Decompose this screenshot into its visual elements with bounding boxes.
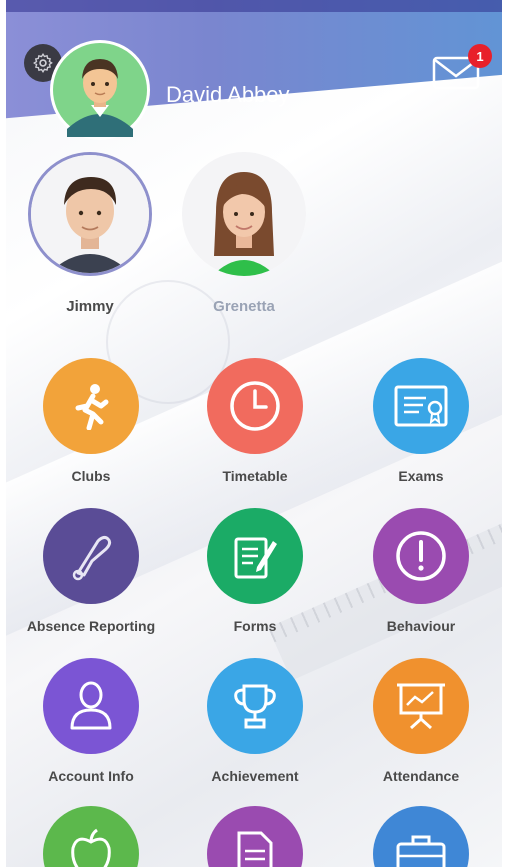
- menu-label: Account Info: [48, 768, 134, 784]
- menu-item-achievement[interactable]: Achievement: [170, 658, 340, 784]
- menu-item-forms[interactable]: Forms: [170, 508, 340, 634]
- certificate-icon: [373, 358, 469, 454]
- form-icon: [207, 508, 303, 604]
- bell-icon: [43, 508, 139, 604]
- presentation-chart-icon: [373, 658, 469, 754]
- menu-item-absence-reporting[interactable]: Absence Reporting: [6, 508, 176, 634]
- menu-label: Exams: [398, 468, 444, 484]
- child-selector-jimmy[interactable]: Jimmy: [28, 152, 152, 315]
- unread-badge: 1: [468, 44, 492, 68]
- parent-name: David Abbey: [166, 82, 290, 107]
- menu-label: Behaviour: [386, 618, 456, 634]
- exclamation-icon: [373, 508, 469, 604]
- menu-item-jobs[interactable]: [336, 806, 502, 867]
- menu-item-health[interactable]: [6, 806, 176, 867]
- menu-item-timetable[interactable]: Timetable: [170, 358, 340, 484]
- menu-label: Achievement: [211, 768, 299, 784]
- document-icon: [207, 806, 303, 867]
- trophy-icon: [207, 658, 303, 754]
- menu-item-account-info[interactable]: Account Info: [6, 658, 176, 784]
- menu-item-documents[interactable]: [170, 806, 340, 867]
- child-name: Grenetta: [213, 298, 275, 315]
- menu-item-attendance[interactable]: Attendance: [336, 658, 502, 784]
- child-name: Jimmy: [66, 298, 114, 315]
- app-screen: David Abbey 1 Jimmy Grenetta Clubs Timet…: [6, 0, 502, 867]
- menu-item-exams[interactable]: Exams: [336, 358, 502, 484]
- menu-label: Timetable: [222, 468, 288, 484]
- parent-avatar[interactable]: [50, 40, 150, 140]
- child-selector-grenetta[interactable]: Grenetta: [182, 152, 306, 315]
- menu-label: Attendance: [382, 768, 460, 784]
- menu-label: Forms: [233, 618, 277, 634]
- menu-item-clubs[interactable]: Clubs: [6, 358, 176, 484]
- status-bar: [6, 0, 502, 12]
- clock-icon: [207, 358, 303, 454]
- running-person-icon: [43, 358, 139, 454]
- apple-icon: [43, 806, 139, 867]
- menu-item-behaviour[interactable]: Behaviour: [336, 508, 502, 634]
- person-icon: [43, 658, 139, 754]
- child-photo: [182, 152, 306, 276]
- menu-label: Clubs: [71, 468, 111, 484]
- child-photo: [28, 152, 152, 276]
- briefcase-icon: [373, 806, 469, 867]
- menu-label: Absence Reporting: [26, 618, 156, 634]
